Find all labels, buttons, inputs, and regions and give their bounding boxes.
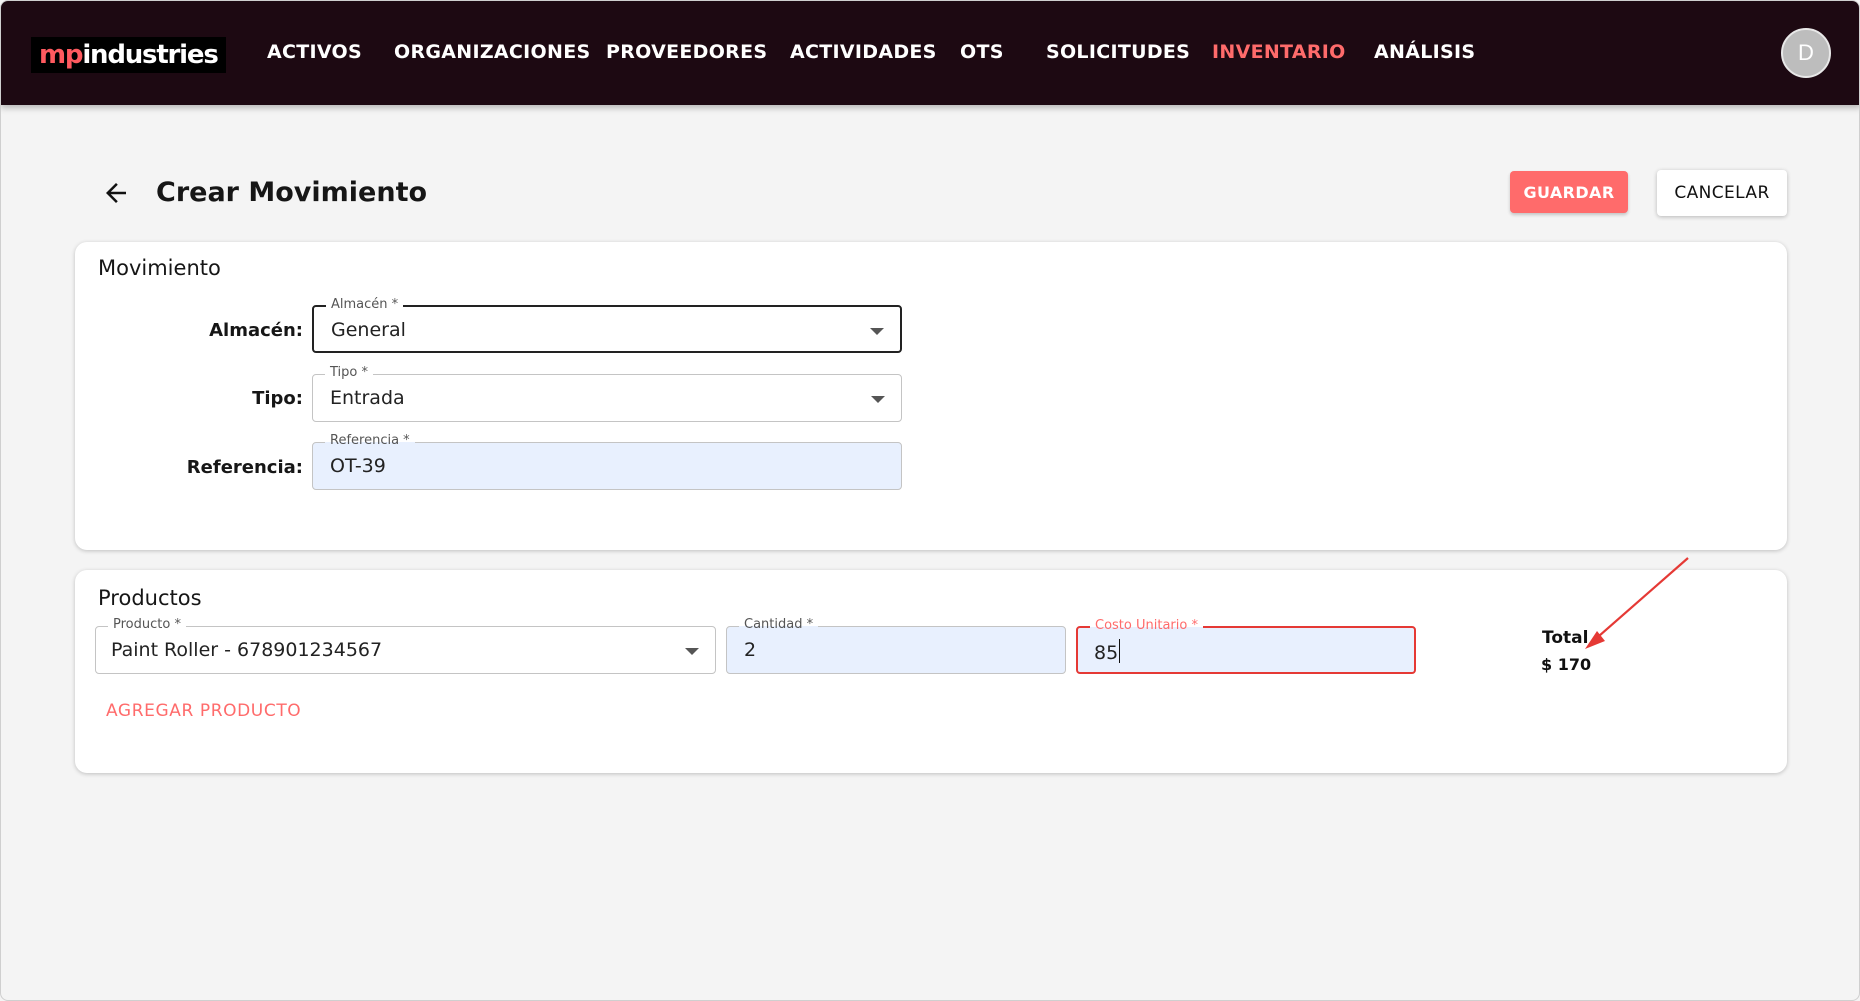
- back-arrow-icon[interactable]: [101, 178, 131, 208]
- logo-suffix: industries: [82, 40, 218, 70]
- referencia-label: Referencia:: [186, 457, 303, 478]
- producto-select[interactable]: Producto * Paint Roller - 678901234567: [95, 617, 716, 674]
- cantidad-value: 2: [744, 639, 757, 661]
- referencia-legend: Referencia *: [325, 433, 415, 449]
- app-window: mp industries ACTIVOS ORGANIZACIONES PROV…: [0, 0, 1860, 1001]
- tipo-value: Entrada: [330, 387, 405, 409]
- almacen-label: Almacén:: [209, 320, 303, 341]
- annotation-arrow-icon: [1585, 557, 1689, 649]
- text-cursor: [1119, 639, 1121, 663]
- nav-item-ots[interactable]: OTS: [960, 41, 1004, 63]
- movimiento-card: Movimiento Almacén: Almacén * General Ti…: [75, 242, 1787, 550]
- nav-item-activos[interactable]: ACTIVOS: [267, 41, 362, 63]
- cantidad-input[interactable]: Cantidad * 2: [726, 617, 1066, 674]
- almacen-select[interactable]: Almacén * General: [312, 297, 902, 353]
- costo-unitario-text: 85: [1094, 639, 1121, 664]
- tipo-legend: Tipo *: [325, 365, 373, 381]
- save-button[interactable]: GUARDAR: [1510, 171, 1628, 213]
- costo-unitario-input[interactable]: Costo Unitario * 85: [1076, 618, 1416, 674]
- nav-item-inventario[interactable]: INVENTARIO: [1212, 41, 1346, 63]
- producto-value: Paint Roller - 678901234567: [111, 639, 383, 661]
- logo-prefix: mp: [39, 40, 84, 70]
- costo-unitario-value: 85: [1094, 642, 1119, 664]
- costo-unitario-legend: Costo Unitario *: [1090, 618, 1203, 634]
- producto-legend: Producto *: [108, 617, 186, 633]
- productos-section-title: Productos: [98, 586, 202, 610]
- chevron-down-icon[interactable]: [871, 396, 885, 403]
- cantidad-legend: Cantidad *: [739, 617, 819, 633]
- chevron-down-icon[interactable]: [870, 328, 884, 335]
- tipo-select[interactable]: Tipo * Entrada: [312, 365, 902, 422]
- almacen-value: General: [331, 319, 406, 341]
- user-avatar[interactable]: D: [1781, 28, 1831, 78]
- chevron-down-icon[interactable]: [685, 648, 699, 655]
- nav-item-analisis[interactable]: ANÁLISIS: [1374, 41, 1475, 63]
- nav-item-solicitudes[interactable]: SOLICITUDES: [1046, 41, 1190, 63]
- page-title: Crear Movimiento: [156, 177, 428, 208]
- nav-item-actividades[interactable]: ACTIVIDADES: [790, 41, 937, 63]
- top-navigation-bar: mp industries ACTIVOS ORGANIZACIONES PROV…: [1, 1, 1859, 105]
- tipo-label: Tipo:: [252, 388, 303, 409]
- nav-item-organizaciones[interactable]: ORGANIZACIONES: [394, 41, 590, 63]
- referencia-value: OT-39: [330, 455, 386, 477]
- brand-logo[interactable]: mp industries: [31, 37, 226, 73]
- referencia-input[interactable]: Referencia * OT-39: [312, 433, 902, 490]
- almacen-legend: Almacén *: [326, 297, 404, 313]
- nav-item-proveedores[interactable]: PROVEEDORES: [606, 41, 767, 63]
- add-product-button[interactable]: AGREGAR PRODUCTO: [106, 701, 301, 721]
- movimiento-section-title: Movimiento: [98, 256, 221, 280]
- cancel-button[interactable]: CANCELAR: [1657, 170, 1787, 216]
